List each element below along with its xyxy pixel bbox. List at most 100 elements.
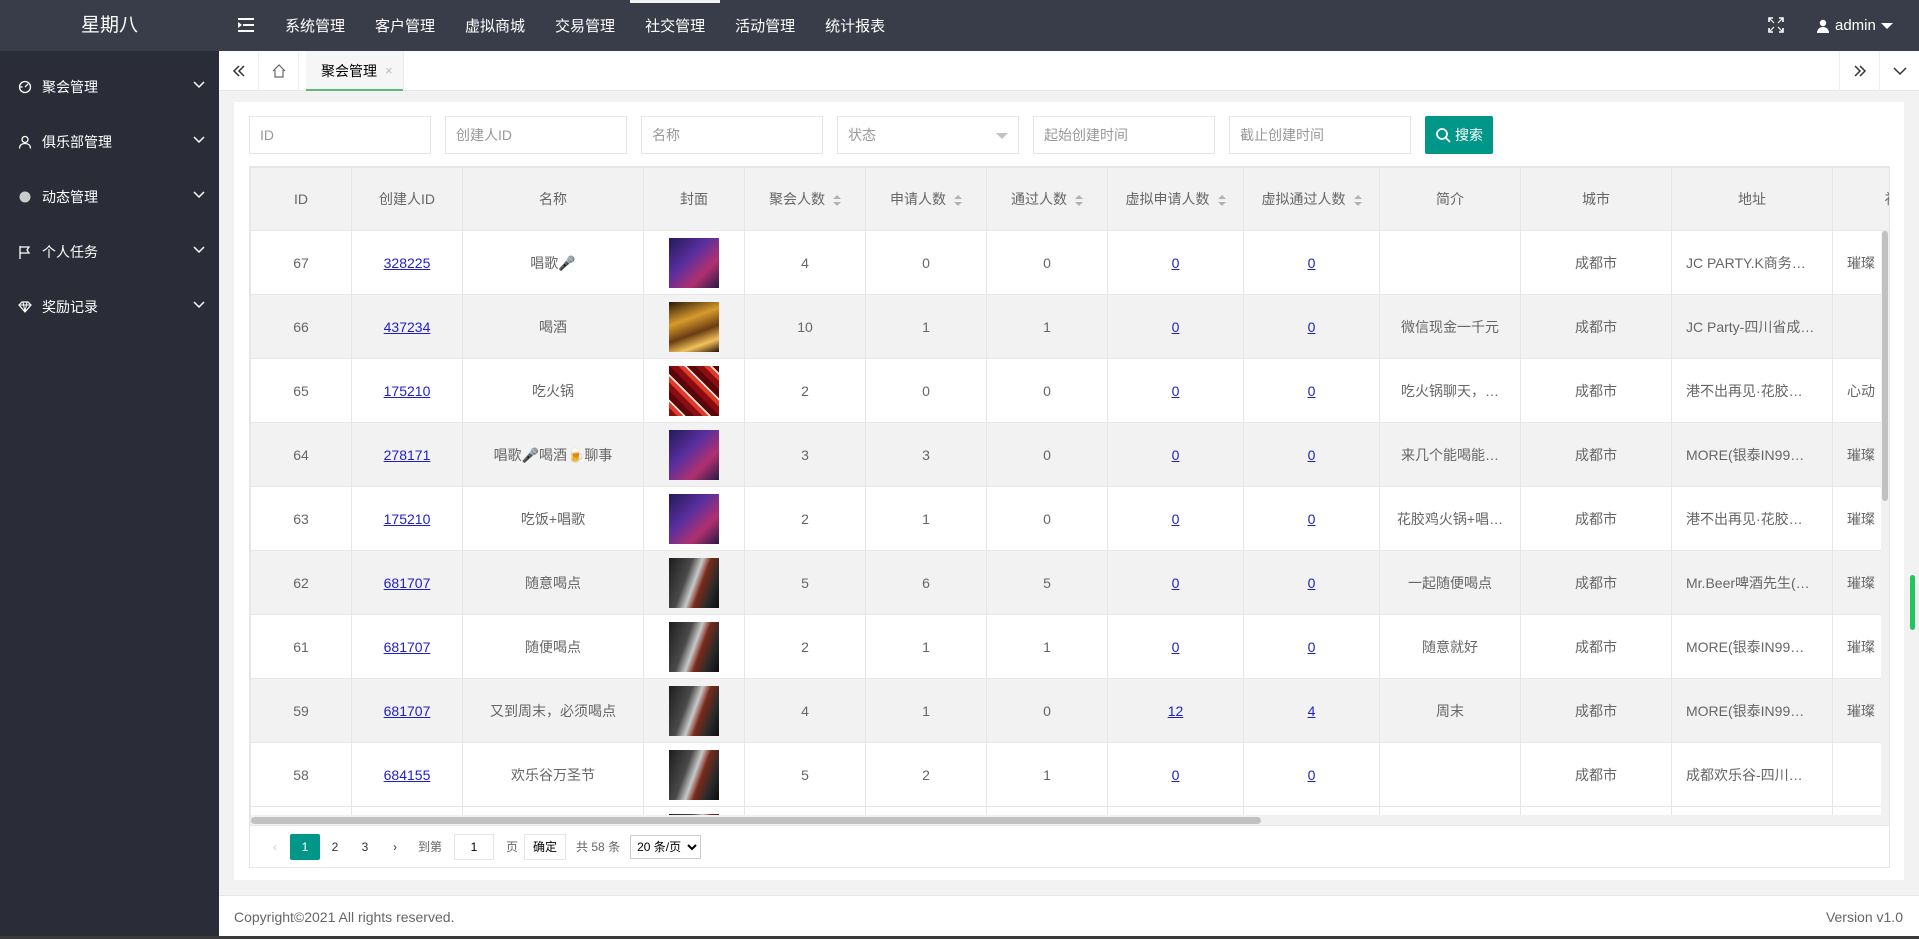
- topnav-stats[interactable]: 统计报表: [810, 0, 900, 51]
- table-row[interactable]: 63 175210 吃饭+唱歌 2 1 0 0 0 花胶鸡火锅+唱… 成都市 港不出再见·花胶… 璀璨: [250, 486, 1889, 551]
- table-row[interactable]: 66 437234 喝酒 10 1 1 0 0 微信现金一千元 成都市 JC Party-四川省成…: [250, 294, 1889, 359]
- tab-scroll-right-icon[interactable]: [1839, 51, 1879, 91]
- fullscreen-icon[interactable]: [1768, 17, 1784, 33]
- table-row[interactable]: 64 278171 唱歌🎤喝酒🍺聊事 3 3 0 0 0 来几个能喝能… 成都市 MORE(银泰IN…: [250, 422, 1889, 487]
- creator-id-link[interactable]: 684155: [384, 767, 431, 783]
- goto-confirm-button[interactable]: 确定: [524, 833, 567, 860]
- col-header-pass-count[interactable]: 通过人数: [986, 167, 1108, 231]
- virtual-pass-link[interactable]: 4: [1308, 703, 1316, 719]
- creator-id-input[interactable]: [445, 116, 627, 154]
- topnav-activity[interactable]: 活动管理: [720, 0, 810, 51]
- virtual-apply-link[interactable]: 0: [1172, 383, 1180, 399]
- cover-image[interactable]: [669, 621, 719, 672]
- table-row[interactable]: 62 681707 随意喝点 5 6 5 0 0 一起随便喝点 成都市 Mr.Beer啤酒先生(… 璀…: [250, 550, 1889, 615]
- sidebar-item-moments[interactable]: 动态管理: [0, 169, 219, 224]
- creator-id-link[interactable]: 175210: [384, 383, 431, 399]
- sidebar-item-party[interactable]: 聚会管理: [0, 59, 219, 114]
- creator-id-link[interactable]: 681707: [384, 639, 431, 655]
- table-row[interactable]: 58 684155 欢乐谷万圣节 5 2 1 0 0 成都市 成都欢乐谷-四川…: [250, 742, 1889, 807]
- cover-image[interactable]: [669, 557, 719, 608]
- virtual-pass-link[interactable]: 0: [1308, 639, 1316, 655]
- cover-image[interactable]: [669, 493, 719, 544]
- scrollbar-thumb[interactable]: [1882, 231, 1888, 501]
- cover-image[interactable]: [669, 429, 719, 480]
- tab-scroll-left-icon[interactable]: [219, 51, 259, 91]
- page-size-select[interactable]: 20 条/页: [630, 834, 702, 859]
- cover-image[interactable]: [669, 749, 719, 800]
- page-3-button[interactable]: 3: [350, 834, 380, 860]
- creator-id-link[interactable]: 278171: [384, 447, 431, 463]
- table-row[interactable]: 65 175210 吃火锅 2 0 0 0 0 吃火锅聊天，… 成都市 港不出再见·花胶… 心动: [250, 358, 1889, 423]
- virtual-apply-link[interactable]: 0: [1172, 447, 1180, 463]
- sort-icon[interactable]: [1217, 194, 1226, 206]
- virtual-pass-link[interactable]: 0: [1308, 447, 1316, 463]
- table-row[interactable]: 61 681707 随便喝点 2 1 1 0 0 随意就好 成都市 MORE(银泰IN99… 璀璨: [250, 614, 1889, 679]
- sidebar-item-rewards[interactable]: 奖励记录: [0, 279, 219, 334]
- id-input[interactable]: [249, 116, 431, 154]
- topnav-customer[interactable]: 客户管理: [360, 0, 450, 51]
- creator-id-link[interactable]: 328225: [384, 255, 431, 271]
- sidebar-item-club[interactable]: 俱乐部管理: [0, 114, 219, 169]
- topnav-trade[interactable]: 交易管理: [540, 0, 630, 51]
- virtual-pass-link[interactable]: 0: [1308, 319, 1316, 335]
- status-select[interactable]: 状态: [837, 116, 1019, 154]
- home-icon[interactable]: [259, 51, 299, 91]
- topnav-virtual-mall[interactable]: 虚拟商城: [450, 0, 540, 51]
- col-header-virtual-apply[interactable]: 虚拟申请人数: [1107, 167, 1244, 231]
- cell-cover: [643, 550, 745, 615]
- table-vertical-scrollbar[interactable]: [1881, 231, 1889, 815]
- prev-page-button[interactable]: ‹: [260, 834, 290, 860]
- creator-id-link[interactable]: 175210: [384, 511, 431, 527]
- app-logo[interactable]: 星期八: [0, 0, 219, 51]
- creator-id-link[interactable]: 681707: [384, 575, 431, 591]
- virtual-pass-link[interactable]: 0: [1308, 255, 1316, 271]
- virtual-apply-link[interactable]: 0: [1172, 767, 1180, 783]
- cell-intro: 来几个能喝能…: [1379, 422, 1521, 487]
- search-button[interactable]: 搜索: [1425, 116, 1493, 154]
- cover-image[interactable]: [669, 365, 719, 416]
- virtual-pass-link[interactable]: 0: [1308, 511, 1316, 527]
- user-menu[interactable]: admin: [1816, 0, 1893, 51]
- tab-party-management[interactable]: 聚会管理 ×: [306, 51, 404, 91]
- close-icon[interactable]: ×: [385, 51, 393, 91]
- cell-cover: [643, 358, 745, 423]
- col-header-party-count[interactable]: 聚会人数: [744, 167, 866, 231]
- sort-icon[interactable]: [1075, 194, 1083, 206]
- start-time-input[interactable]: [1033, 116, 1215, 154]
- scrollbar-thumb[interactable]: [1910, 575, 1915, 630]
- sort-icon[interactable]: [1353, 194, 1362, 206]
- next-page-button[interactable]: ›: [380, 834, 410, 860]
- virtual-apply-link[interactable]: 0: [1172, 575, 1180, 591]
- topnav-social[interactable]: 社交管理: [630, 0, 721, 51]
- virtual-apply-link[interactable]: 0: [1172, 511, 1180, 527]
- virtual-pass-link[interactable]: 0: [1308, 383, 1316, 399]
- topnav-system[interactable]: 系统管理: [270, 0, 360, 51]
- col-header-apply-count[interactable]: 申请人数: [865, 167, 987, 231]
- cover-image[interactable]: [669, 301, 719, 352]
- virtual-apply-link[interactable]: 0: [1172, 255, 1180, 271]
- col-header-virtual-pass[interactable]: 虚拟通过人数: [1243, 167, 1380, 231]
- sidebar-item-tasks[interactable]: 个人任务: [0, 224, 219, 279]
- name-input[interactable]: [641, 116, 823, 154]
- page-scrollbar[interactable]: [1905, 0, 1919, 936]
- cover-image[interactable]: [669, 685, 719, 736]
- goto-page-input[interactable]: [454, 833, 495, 860]
- page-2-button[interactable]: 2: [320, 834, 350, 860]
- table-row[interactable]: 59 681707 又到周末，必须喝点 4 1 0 12 4 周末 成都市 MORE(银泰IN99……: [250, 678, 1889, 743]
- end-time-input[interactable]: [1229, 116, 1411, 154]
- table-row[interactable]: 67 328225 唱歌🎤 4 0 0 0 0 成都市 JC PARTY.K商务… 璀璨: [250, 230, 1889, 295]
- virtual-apply-link[interactable]: 0: [1172, 319, 1180, 335]
- creator-id-link[interactable]: 681707: [384, 703, 431, 719]
- table-horizontal-scrollbar[interactable]: [251, 815, 1889, 825]
- scrollbar-thumb[interactable]: [251, 817, 1261, 824]
- sort-icon[interactable]: [954, 194, 962, 206]
- menu-toggle-icon[interactable]: [238, 15, 256, 35]
- virtual-apply-link[interactable]: 12: [1168, 703, 1184, 719]
- virtual-apply-link[interactable]: 0: [1172, 639, 1180, 655]
- sort-icon[interactable]: [833, 194, 841, 206]
- virtual-pass-link[interactable]: 0: [1308, 575, 1316, 591]
- cover-image[interactable]: [669, 237, 719, 288]
- virtual-pass-link[interactable]: 0: [1308, 767, 1316, 783]
- creator-id-link[interactable]: 437234: [384, 319, 431, 335]
- page-1-button[interactable]: 1: [290, 833, 320, 860]
